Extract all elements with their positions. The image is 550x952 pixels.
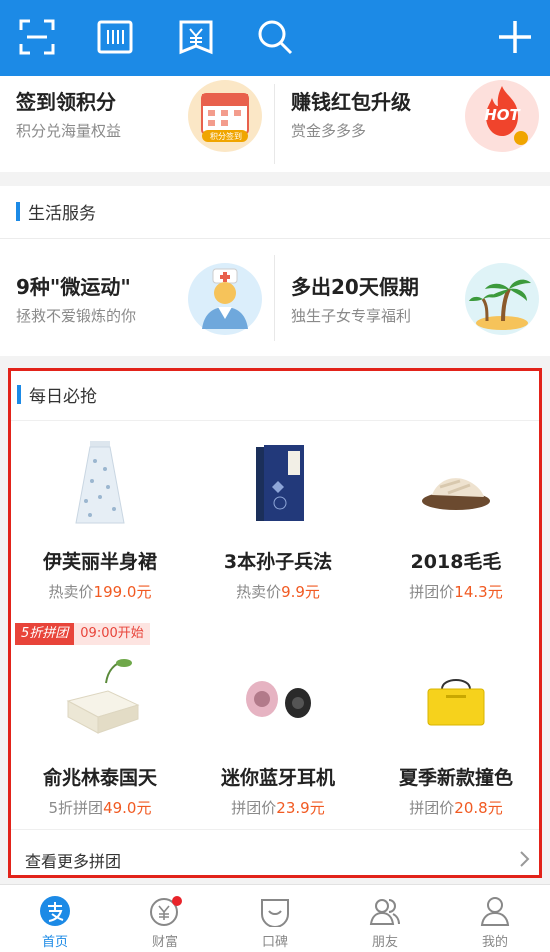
tab-friends-label: 朋友 [371, 935, 398, 950]
scan-icon[interactable] [16, 16, 58, 58]
section-marker [17, 385, 21, 404]
tab-home-label: 首页 [41, 935, 68, 950]
daily-deals-title: 每日必抢 [29, 387, 97, 407]
promo-checkin-title: 签到领积分 [16, 90, 116, 114]
barcode-pay-icon[interactable] [94, 16, 136, 58]
tab-koubei-label: 口碑 [261, 935, 288, 950]
product-card[interactable]: 夏季新款撞色 拼团价20.8元 [367, 637, 545, 833]
product-card[interactable]: 迷你蓝牙耳机 拼团价23.9元 [189, 637, 367, 833]
promo-checkin[interactable]: 签到领积分 积分兑海量权益 积分签到 [0, 76, 274, 172]
more-group-buy-link[interactable]: 查看更多拼团 [11, 829, 539, 875]
product-price: 拼团价14.3元 [409, 583, 503, 601]
exercise-title: 9种"微运动" [16, 275, 131, 299]
hot-flame-icon: HOT [465, 80, 539, 152]
life-service-holiday[interactable]: 多出20天假期 独生子女专享福利 [275, 239, 550, 356]
promo-row: 签到领积分 积分兑海量权益 积分签到 赚钱红包升级 赏金多多多 HOT [0, 76, 550, 172]
top-bar [0, 0, 550, 76]
wealth-icon [149, 895, 182, 927]
product-name: 迷你蓝牙耳机 [220, 767, 335, 789]
tab-friends[interactable]: 朋友 [330, 885, 440, 952]
calendar-icon: 积分签到 [188, 80, 262, 152]
daily-deals-header: 每日必抢 [11, 371, 539, 421]
product-name: 俞兆林泰国天 [42, 767, 157, 789]
product-price: 拼团价20.8元 [409, 799, 503, 817]
product-price: 热卖价9.9元 [236, 583, 320, 601]
product-card[interactable]: 2018毛毛 拼团价14.3元 [367, 421, 545, 617]
skirt-image [50, 437, 150, 527]
tab-home[interactable]: 首页 [0, 885, 110, 952]
koubei-icon [259, 895, 291, 928]
hot-badge-text: HOT [484, 106, 520, 124]
search-icon[interactable] [254, 16, 296, 58]
alipay-home-icon [39, 895, 71, 927]
product-price: 拼团价23.9元 [231, 799, 325, 817]
promo-redpacket-title: 赚钱红包升级 [291, 90, 411, 114]
product-name: 2018毛毛 [410, 551, 502, 573]
life-service-header: 生活服务 [0, 186, 550, 238]
book-set-image [228, 437, 328, 527]
product-price: 5折拼团49.0元 [48, 799, 152, 817]
tab-profile-label: 我的 [481, 935, 508, 950]
product-card[interactable]: 3本孙子兵法 热卖价9.9元 [189, 421, 367, 617]
promo-redpacket[interactable]: 赚钱红包升级 赏金多多多 HOT [275, 76, 550, 172]
tab-wealth-label: 财富 [151, 935, 178, 950]
plus-icon[interactable] [494, 16, 536, 58]
life-service-exercise[interactable]: 9种"微运动" 拯救不爱锻炼的你 [0, 239, 274, 356]
profile-icon [479, 895, 511, 927]
yellow-bag-image [406, 653, 506, 743]
product-name: 夏季新款撞色 [398, 767, 513, 789]
friends-icon [369, 895, 401, 927]
doctor-icon [188, 263, 262, 335]
tab-profile[interactable]: 我的 [440, 885, 550, 952]
product-name: 伊芙丽半身裙 [42, 551, 157, 573]
product-price: 热卖价199.0元 [48, 583, 152, 601]
life-service-title: 生活服务 [28, 204, 96, 224]
promo-checkin-subtitle: 积分兑海量权益 [16, 122, 122, 140]
product-name: 3本孙子兵法 [223, 551, 333, 573]
bluetooth-earbud-image [228, 653, 328, 743]
fur-slipper-image [406, 437, 506, 527]
holiday-title: 多出20天假期 [291, 275, 419, 299]
exercise-subtitle: 拯救不爱锻炼的你 [16, 307, 137, 325]
product-card[interactable]: 俞兆林泰国天 5折拼团49.0元 [11, 637, 189, 833]
palm-tree-icon [465, 263, 539, 335]
checkin-badge-text: 积分签到 [210, 132, 242, 141]
holiday-subtitle: 独生子女专享福利 [291, 307, 412, 325]
daily-deals-section: 每日必抢 伊芙丽半身裙 热卖价199.0元 3本孙子兵法 热卖价9.9元 201… [8, 368, 542, 878]
more-group-buy-label: 查看更多拼团 [25, 852, 122, 871]
chevron-right-icon [520, 851, 530, 867]
tab-wealth[interactable]: 财富 [110, 885, 220, 952]
life-service-row: 9种"微运动" 拯救不爱锻炼的你 多出20天假期 独生子女专享福利 [0, 238, 550, 356]
product-card[interactable]: 伊芙丽半身裙 热卖价199.0元 [11, 421, 189, 617]
tab-koubei[interactable]: 口碑 [220, 885, 330, 952]
yuan-bill-icon[interactable] [175, 16, 217, 58]
section-marker [16, 202, 20, 221]
promo-redpacket-subtitle: 赏金多多多 [291, 122, 367, 140]
latex-pillow-image [50, 653, 150, 743]
bottom-tab-bar: 首页 财富 口碑 朋友 我的 [0, 884, 550, 952]
